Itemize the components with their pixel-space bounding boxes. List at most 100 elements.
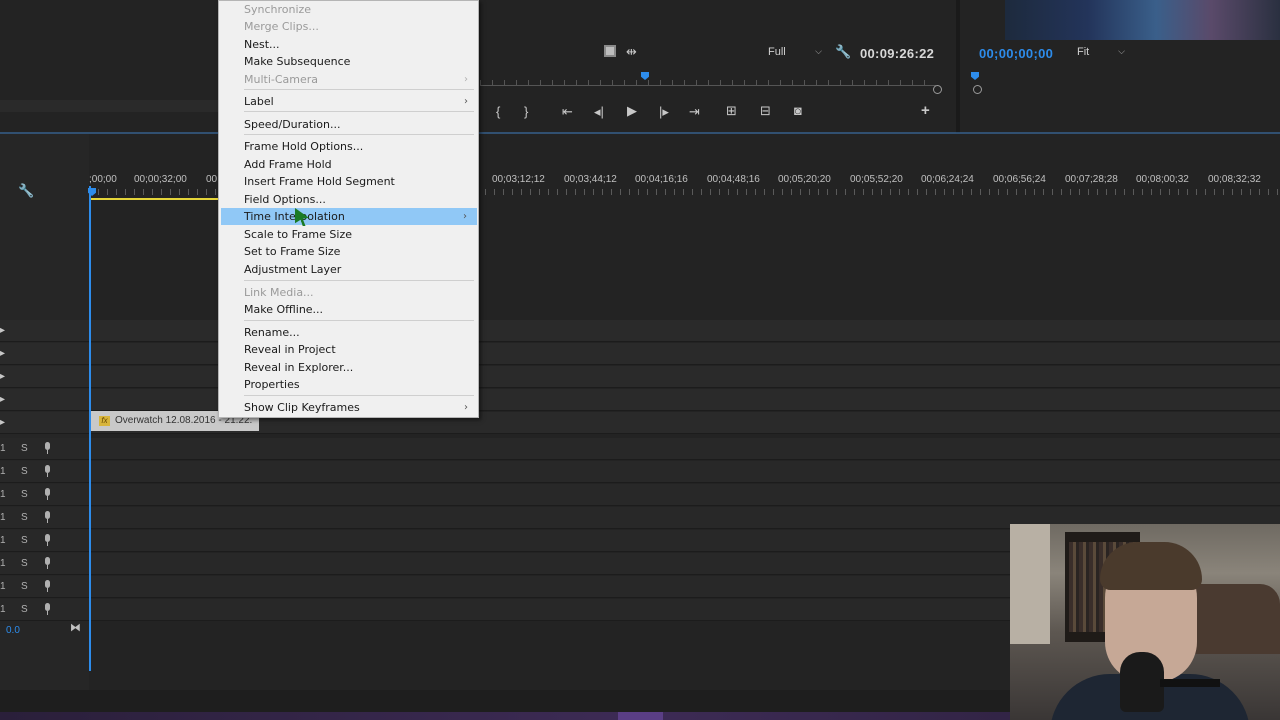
menu-item-synchronize: Synchronize	[219, 1, 478, 18]
eye-icon[interactable]: ▸	[0, 417, 5, 428]
mark-in-icon[interactable]: {	[496, 105, 500, 119]
wrench-icon[interactable]: 🔧	[835, 45, 851, 59]
solo-toggle[interactable]: S	[21, 443, 28, 454]
ruler-label: 00;07;28;28	[1065, 174, 1118, 185]
step-forward-icon[interactable]: |▸	[659, 105, 669, 119]
menu-item-add-frame-hold[interactable]: Add Frame Hold	[219, 156, 478, 173]
playback-resolution-value: Full	[768, 46, 786, 58]
menu-separator	[244, 320, 474, 321]
menu-item-link-media: Link Media...	[219, 284, 478, 301]
menu-separator	[244, 134, 474, 135]
eye-icon[interactable]: ▸	[0, 371, 5, 382]
solo-toggle[interactable]: S	[21, 466, 28, 477]
video-track[interactable]: ▸	[0, 366, 1280, 388]
mic-icon[interactable]	[44, 465, 51, 477]
menu-item-field-options[interactable]: Field Options...	[219, 191, 478, 208]
playback-resolution-dropdown[interactable]: Full ⌵	[768, 46, 822, 62]
menu-item-properties[interactable]: Properties	[219, 376, 478, 393]
solo-toggle[interactable]: S	[21, 512, 28, 523]
add-button-icon[interactable]: +	[921, 103, 930, 118]
reference-timecode[interactable]: 00;00;00;00	[979, 46, 1053, 61]
track-number: 1	[0, 535, 6, 546]
reference-zoom-handle[interactable]	[973, 85, 982, 94]
work-area-bar[interactable]	[91, 198, 218, 200]
audio-track[interactable]: 1 S	[0, 461, 1280, 483]
extract-icon[interactable]: ⊟	[760, 104, 771, 118]
menu-item-time-interpolation[interactable]: Time Interpolation ›	[221, 208, 477, 225]
menu-item-rename[interactable]: Rename...	[219, 324, 478, 341]
go-to-in-icon[interactable]: ⇤	[562, 105, 573, 119]
menu-item-set-to-frame-size[interactable]: Set to Frame Size	[219, 243, 478, 260]
chevron-down-icon: ⌵	[815, 46, 822, 56]
ruler-label: 00;05;20;20	[778, 174, 831, 185]
mark-out-icon[interactable]: }	[524, 105, 528, 119]
solo-toggle[interactable]: S	[21, 535, 28, 546]
eye-icon[interactable]: ▸	[0, 325, 5, 336]
video-track[interactable]: ▸	[0, 343, 1280, 365]
step-back-icon[interactable]: ◂|	[594, 105, 604, 119]
menu-item-nest[interactable]: Nest...	[219, 36, 478, 53]
menu-item-label: Add Frame Hold	[244, 158, 332, 171]
menu-item-label-submenu[interactable]: Label ›	[219, 93, 478, 110]
menu-item-insert-frame-hold-segment[interactable]: Insert Frame Hold Segment	[219, 173, 478, 190]
monitor-area: ⇹ Full ⌵ 🔧 00:09:26:22 { } ⇤ ◂| ▶ |▸ ⇥ ⊞…	[0, 0, 1280, 133]
audio-track[interactable]: 1 S	[0, 438, 1280, 460]
menu-item-label: Reveal in Explorer...	[244, 361, 354, 374]
lift-icon[interactable]: ⊞	[726, 104, 737, 118]
playhead-line	[89, 186, 91, 671]
mic-icon[interactable]	[44, 580, 51, 592]
program-timecode[interactable]: 00:09:26:22	[860, 46, 934, 61]
camera-icon[interactable]: ◙	[794, 104, 802, 118]
menu-item-label: Set to Frame Size	[244, 245, 341, 258]
menu-item-make-offline[interactable]: Make Offline...	[219, 301, 478, 318]
menu-separator	[244, 280, 474, 281]
menu-item-reveal-in-explorer[interactable]: Reveal in Explorer...	[219, 359, 478, 376]
play-icon[interactable]: ▶	[627, 104, 637, 118]
video-track[interactable]: ▸	[0, 320, 1280, 342]
fit-arrows-icon[interactable]: ⇹	[626, 45, 637, 59]
mic-icon[interactable]	[44, 511, 51, 523]
chevron-right-icon: ›	[463, 211, 467, 222]
menu-item-make-subsequence[interactable]: Make Subsequence	[219, 53, 478, 70]
audio-track[interactable]: 1 S	[0, 484, 1280, 506]
solo-toggle[interactable]: S	[21, 581, 28, 592]
menu-item-scale-to-frame-size[interactable]: Scale to Frame Size	[219, 226, 478, 243]
eye-icon[interactable]: ▸	[0, 348, 5, 359]
bowtie-icon[interactable]: ⧓	[70, 621, 81, 634]
ruler-label: ;00;00	[89, 174, 117, 185]
webcam-person-hair	[1100, 542, 1202, 590]
mic-icon[interactable]	[44, 534, 51, 546]
menu-item-label: Show Clip Keyframes	[244, 401, 360, 414]
program-time-ruler[interactable]	[480, 76, 936, 86]
menu-item-label: Synchronize	[244, 3, 312, 16]
track-number: 1	[0, 604, 6, 615]
track-number: 1	[0, 443, 6, 454]
solo-toggle[interactable]: S	[21, 558, 28, 569]
reference-playhead[interactable]	[971, 72, 979, 80]
menu-item-speed-duration[interactable]: Speed/Duration...	[219, 116, 478, 133]
eye-icon[interactable]: ▸	[0, 394, 5, 405]
source-monitor-scrollbar[interactable]	[0, 100, 218, 112]
solo-toggle[interactable]: S	[21, 489, 28, 500]
ruler-label: 00;04;16;16	[635, 174, 688, 185]
menu-item-reveal-in-project[interactable]: Reveal in Project	[219, 341, 478, 358]
program-zoom-handle[interactable]	[933, 85, 942, 94]
mic-icon[interactable]	[44, 557, 51, 569]
mic-icon[interactable]	[44, 603, 51, 615]
solo-toggle[interactable]: S	[21, 604, 28, 615]
reference-zoom-dropdown[interactable]: Fit ⌵	[1077, 46, 1125, 62]
safe-margins-icon[interactable]	[604, 45, 616, 57]
menu-item-adjustment-layer[interactable]: Adjustment Layer	[219, 261, 478, 278]
webcam-overlay	[1010, 524, 1280, 720]
menu-item-show-clip-keyframes[interactable]: Show Clip Keyframes ›	[219, 399, 478, 416]
master-volume-value[interactable]: 0.0	[6, 625, 20, 636]
mic-icon[interactable]	[44, 488, 51, 500]
wrench-icon[interactable]: 🔧	[18, 184, 34, 198]
video-track[interactable]: ▸	[0, 389, 1280, 411]
menu-item-frame-hold-options[interactable]: Frame Hold Options...	[219, 138, 478, 155]
track-number: 1	[0, 558, 6, 569]
track-number: 1	[0, 512, 6, 523]
chevron-right-icon: ›	[464, 96, 468, 107]
mic-icon[interactable]	[44, 442, 51, 454]
go-to-out-icon[interactable]: ⇥	[689, 105, 700, 119]
